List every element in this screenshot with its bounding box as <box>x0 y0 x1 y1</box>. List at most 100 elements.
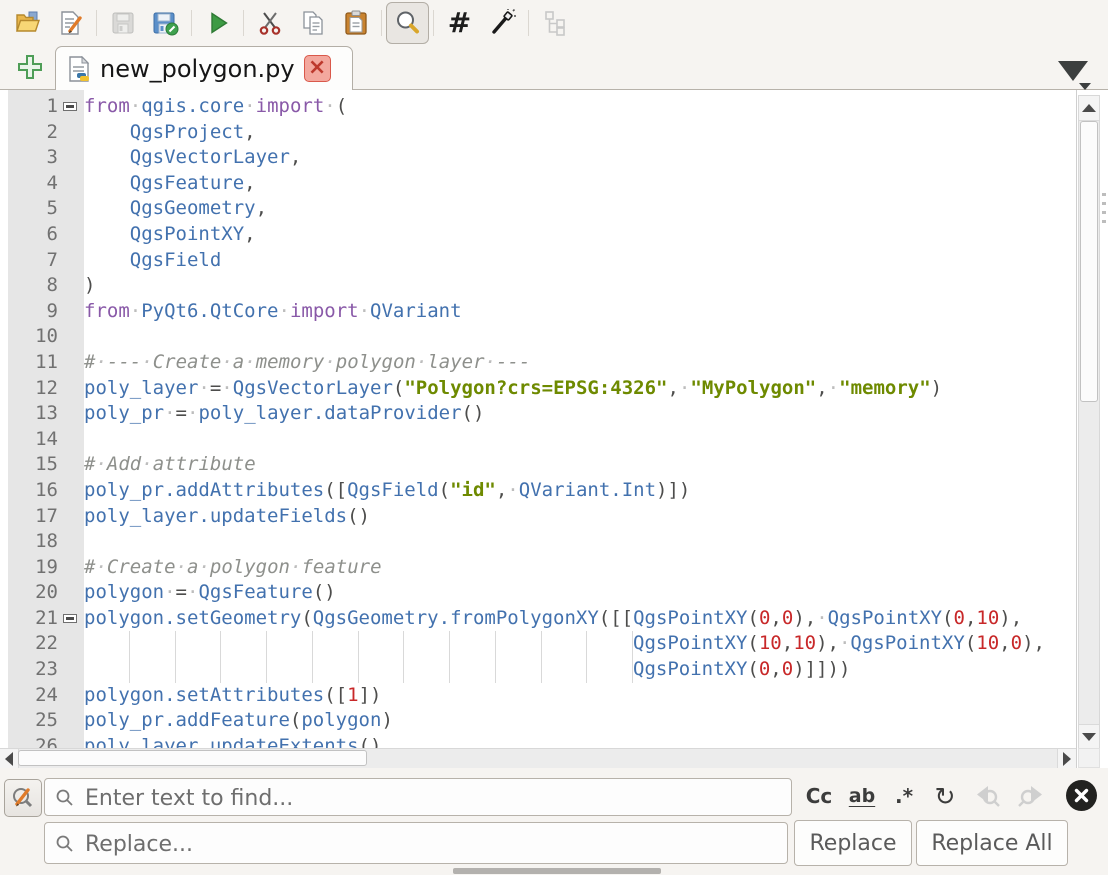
horizontal-scrollbar[interactable] <box>0 748 1076 768</box>
fold-margin <box>58 94 84 120</box>
toolbar-separator <box>243 10 244 36</box>
open-in-external-editor-button[interactable] <box>49 2 92 44</box>
code-editor[interactable]: 1from·qgis.core·import·(2 QgsProject,3 Q… <box>0 90 1108 768</box>
fold-collapse-icon[interactable] <box>63 102 77 111</box>
code-line[interactable]: 16poly_pr.addAttributes([QgsField("id",·… <box>0 478 1076 504</box>
code-line[interactable]: 15#·Add·attribute <box>0 452 1076 478</box>
replace-input[interactable] <box>83 823 779 865</box>
match-case-button[interactable]: Cc <box>802 780 836 812</box>
close-find-bar-button[interactable] <box>1066 780 1097 811</box>
code-line[interactable]: 9from·PyQt6.QtCore·import·QVariant <box>0 299 1076 325</box>
toolbar-separator <box>381 10 382 36</box>
line-number: 16 <box>0 478 58 504</box>
line-number: 11 <box>0 350 58 376</box>
close-tab-button[interactable]: × <box>304 55 331 82</box>
line-number: 24 <box>0 683 58 709</box>
horizontal-scrollbar-thumb[interactable] <box>18 750 367 766</box>
regex-button[interactable]: .* <box>888 780 920 812</box>
code-line[interactable]: 13poly_pr·=·poly_layer.dataProvider() <box>0 401 1076 427</box>
code-line[interactable]: 6 QgsPointXY, <box>0 222 1076 248</box>
code-line[interactable]: 19#·Create·a·polygon·feature <box>0 555 1076 581</box>
close-icon <box>1074 788 1089 803</box>
fold-margin <box>58 145 84 171</box>
code-line[interactable]: 1from·qgis.core·import·( <box>0 94 1076 120</box>
python-file-icon <box>68 56 91 82</box>
toolbar-separator <box>528 10 529 36</box>
code-line[interactable]: 23QgsPointXY(0,0)]])) <box>0 657 1076 683</box>
toggle-comment-button[interactable]: # <box>438 2 481 44</box>
fold-margin <box>58 452 84 478</box>
panel-splitter-handle[interactable] <box>1102 193 1106 229</box>
code-line[interactable]: 12poly_layer·=·QgsVectorLayer("Polygon?c… <box>0 376 1076 402</box>
scroll-up-button[interactable] <box>1079 96 1099 121</box>
fold-collapse-icon[interactable] <box>63 614 77 623</box>
code-line[interactable]: 18 <box>0 529 1076 555</box>
line-number: 21 <box>0 606 58 632</box>
whole-word-button[interactable]: ab <box>845 780 879 812</box>
run-script-button[interactable] <box>196 2 239 44</box>
paste-button[interactable] <box>334 2 377 44</box>
code-line[interactable]: 14 <box>0 427 1076 453</box>
find-replace-bar: Ccab .* ↻ Replace Replace All <box>0 768 1108 875</box>
line-number: 18 <box>0 529 58 555</box>
format-code-icon <box>489 9 516 36</box>
code-line[interactable]: 22QgsPointXY(10,10),·QgsPointXY(10,0), <box>0 631 1076 657</box>
match-case-icon: Cc <box>806 786 833 806</box>
arrow-right-icon <box>1063 752 1071 766</box>
wrap-around-icon: ↻ <box>935 784 956 809</box>
code-line[interactable]: 4 QgsFeature, <box>0 171 1076 197</box>
code-line[interactable]: 11#·---·Create·a·memory·polygon·layer·--… <box>0 350 1076 376</box>
arrow-down-icon <box>1082 733 1096 741</box>
code-line[interactable]: 24polygon.setAttributes([1]) <box>0 683 1076 709</box>
line-number: 8 <box>0 273 58 299</box>
tab-list-dropdown-button[interactable] <box>1058 61 1090 89</box>
find-previous-button <box>970 780 1006 812</box>
fold-margin <box>58 401 84 427</box>
paste-icon <box>343 10 369 36</box>
new-tab-button[interactable] <box>16 53 44 81</box>
open-script-button[interactable] <box>6 2 49 44</box>
code-line[interactable]: 2 QgsProject, <box>0 120 1076 146</box>
tab-title: new_polygon.py <box>100 55 295 83</box>
code-line[interactable]: 8) <box>0 273 1076 299</box>
scroll-left-button[interactable] <box>0 749 19 768</box>
copy-button[interactable] <box>291 2 334 44</box>
find-replace-toggle-button[interactable] <box>4 779 42 817</box>
vertical-scrollbar-thumb[interactable] <box>1080 121 1098 402</box>
dropdown-triangle-small-icon <box>1079 83 1091 90</box>
scroll-right-button[interactable] <box>1057 749 1076 768</box>
fold-margin <box>58 350 84 376</box>
replace-button[interactable]: Replace <box>794 820 912 866</box>
vertical-scrollbar[interactable] <box>1078 95 1100 750</box>
code-line[interactable]: 10 <box>0 324 1076 350</box>
code-line[interactable]: 3 QgsVectorLayer, <box>0 145 1076 171</box>
cut-button[interactable] <box>248 2 291 44</box>
line-number: 13 <box>0 401 58 427</box>
line-number: 5 <box>0 196 58 222</box>
code-line[interactable]: 21polygon.setGeometry(QgsGeometry.fromPo… <box>0 606 1076 632</box>
find-input[interactable] <box>83 779 783 817</box>
tab-new-polygon[interactable]: new_polygon.py × <box>55 46 353 90</box>
find-replace-button[interactable] <box>386 2 429 44</box>
scroll-down-button[interactable] <box>1079 724 1099 749</box>
save-button <box>101 2 144 44</box>
editor-right-border <box>1076 90 1077 768</box>
line-number: 2 <box>0 120 58 146</box>
search-icon <box>55 788 74 807</box>
fold-margin <box>58 580 84 606</box>
replace-all-button[interactable]: Replace All <box>916 820 1068 866</box>
fold-margin <box>58 222 84 248</box>
code-line[interactable]: 25poly_pr.addFeature(polygon) <box>0 708 1076 734</box>
format-code-button[interactable] <box>481 2 524 44</box>
code-line[interactable]: 26poly_layer.updateExtents() <box>0 734 1076 748</box>
wrap-around-button[interactable]: ↻ <box>929 780 961 812</box>
find-replace-toggle-icon <box>10 785 36 811</box>
code-line[interactable]: 17poly_layer.updateFields() <box>0 504 1076 530</box>
dock-resize-handle[interactable] <box>453 868 661 874</box>
fold-margin <box>58 504 84 530</box>
code-line[interactable]: 20polygon·=·QgsFeature() <box>0 580 1076 606</box>
code-line[interactable]: 5 QgsGeometry, <box>0 196 1076 222</box>
fold-margin <box>58 683 84 709</box>
save-as-button[interactable] <box>144 2 187 44</box>
code-line[interactable]: 7 QgsField <box>0 248 1076 274</box>
